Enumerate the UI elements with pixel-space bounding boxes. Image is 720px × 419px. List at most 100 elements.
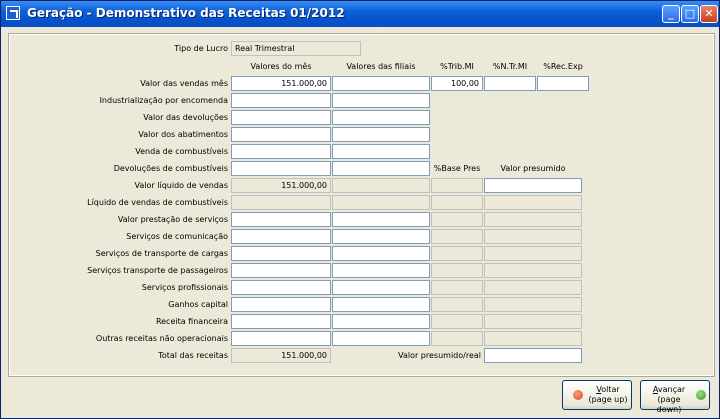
row-label-liquido-combustiveis: Líquido de vendas de combustíveis bbox=[87, 198, 228, 207]
prestacao-servicos-filiais-input[interactable] bbox=[332, 212, 430, 227]
outras-receitas-base-field bbox=[431, 331, 483, 346]
receita-financeira-valor-input[interactable] bbox=[231, 314, 331, 329]
ganhos-capital-filiais-input[interactable] bbox=[332, 297, 430, 312]
maximize-button[interactable]: □ bbox=[681, 5, 699, 23]
row-label-vendas-mes: Valor das vendas mês bbox=[140, 79, 228, 88]
servicos-profissionais-valor-input[interactable] bbox=[231, 280, 331, 295]
row-label-devolucoes: Valor das devoluções bbox=[143, 113, 228, 122]
header-base-pres: %Base Pres bbox=[433, 164, 481, 173]
receitas-panel: Tipo de Lucro Real Trimestral Valores do… bbox=[8, 33, 715, 377]
row-label-servicos-profissionais: Serviços profissionais bbox=[141, 283, 228, 292]
voltar-label: oltar bbox=[601, 385, 620, 394]
devolucoes-filiais-input[interactable] bbox=[332, 110, 430, 125]
servicos-comunicacao-valor-input[interactable] bbox=[231, 229, 331, 244]
trib-mi-input[interactable]: 100,00 bbox=[431, 76, 483, 91]
venda-combustiveis-filiais-input[interactable] bbox=[332, 144, 430, 159]
abatimentos-filiais-input[interactable] bbox=[332, 127, 430, 142]
devolucoes-valor-input[interactable] bbox=[231, 110, 331, 125]
row-label-devolucoes-combustiveis: Devoluções de combustíveis bbox=[113, 164, 228, 173]
servicos-comunicacao-base-field bbox=[431, 229, 483, 244]
ganhos-capital-presumido-field bbox=[484, 297, 582, 312]
arrow-left-icon bbox=[573, 390, 583, 400]
servicos-comunicacao-presumido-field bbox=[484, 229, 582, 244]
arrow-right-icon bbox=[696, 390, 706, 400]
outras-receitas-valor-input[interactable] bbox=[231, 331, 331, 346]
row-label-transporte-passageiros: Serviços transporte de passageiros bbox=[87, 266, 228, 275]
row-label-transporte-cargas: Serviços de transporte de cargas bbox=[95, 249, 228, 258]
transporte-passageiros-base-field bbox=[431, 263, 483, 278]
transporte-cargas-base-field bbox=[431, 246, 483, 261]
receita-financeira-filiais-input[interactable] bbox=[332, 314, 430, 329]
industrializacao-filiais-input[interactable] bbox=[332, 93, 430, 108]
receita-financeira-base-field bbox=[431, 314, 483, 329]
row-label-venda-combustiveis: Venda de combustíveis bbox=[135, 147, 228, 156]
liquido-vendas-presumido-input[interactable] bbox=[484, 178, 582, 193]
avancar-button[interactable]: Avançar (page down) bbox=[640, 380, 710, 414]
total-receitas-field: 151.000,00 bbox=[231, 348, 331, 363]
valor-presumido-real-label: Valor presumido/real bbox=[398, 351, 481, 360]
liquido-vendas-base-field bbox=[431, 178, 483, 193]
row-label-prestacao-servicos: Valor prestação de serviços bbox=[117, 215, 228, 224]
window-title: Geração - Demonstrativo das Receitas 01/… bbox=[27, 6, 345, 20]
n-tr-mi-input[interactable] bbox=[484, 76, 536, 91]
vendas-mes-valor-input[interactable]: 151.000,00 bbox=[231, 76, 331, 91]
servicos-profissionais-presumido-field bbox=[484, 280, 582, 295]
tipo-lucro-field: Real Trimestral bbox=[231, 41, 361, 56]
prestacao-servicos-base-field bbox=[431, 212, 483, 227]
tipo-lucro-label: Tipo de Lucro bbox=[174, 44, 228, 53]
liquido-combustiveis-presumido-field bbox=[484, 195, 582, 210]
transporte-passageiros-valor-input[interactable] bbox=[231, 263, 331, 278]
minimize-button[interactable]: _ bbox=[662, 5, 680, 23]
row-label-outras-receitas: Outras receitas não operacionais bbox=[95, 334, 228, 343]
header-valores-mes: Valores do mês bbox=[250, 62, 312, 71]
row-label-servicos-comunicacao: Serviços de comunicação bbox=[126, 232, 228, 241]
row-label-ganhos-capital: Ganhos capital bbox=[168, 300, 228, 309]
prestacao-servicos-presumido-field bbox=[484, 212, 582, 227]
maximize-icon: □ bbox=[684, 7, 696, 20]
voltar-text: Voltar (page up) bbox=[587, 385, 629, 405]
transporte-passageiros-filiais-input[interactable] bbox=[332, 263, 430, 278]
liquido-vendas-valor-field: 151.000,00 bbox=[231, 178, 331, 193]
abatimentos-valor-input[interactable] bbox=[231, 127, 331, 142]
close-button[interactable]: ✕ bbox=[700, 5, 718, 23]
row-label-abatimentos: Valor dos abatimentos bbox=[138, 130, 228, 139]
outras-receitas-presumido-field bbox=[484, 331, 582, 346]
title-bar[interactable]: Geração - Demonstrativo das Receitas 01/… bbox=[1, 1, 719, 27]
liquido-combustiveis-base-field bbox=[431, 195, 483, 210]
header-rec-exp: %Rec.Exp bbox=[543, 62, 583, 71]
row-label-receita-financeira: Receita financeira bbox=[155, 317, 228, 326]
prestacao-servicos-valor-input[interactable] bbox=[231, 212, 331, 227]
header-valor-presumido: Valor presumido bbox=[500, 164, 566, 173]
industrializacao-valor-input[interactable] bbox=[231, 93, 331, 108]
header-trib-mi: %Trib.MI bbox=[440, 62, 474, 71]
devolucoes-combustiveis-filiais-input[interactable] bbox=[332, 161, 430, 176]
row-label-total-receitas: Total das receitas bbox=[158, 351, 228, 360]
liquido-combustiveis-filiais-field bbox=[332, 195, 430, 210]
avancar-label: vançar bbox=[657, 385, 686, 394]
servicos-profissionais-filiais-input[interactable] bbox=[332, 280, 430, 295]
transporte-cargas-valor-input[interactable] bbox=[231, 246, 331, 261]
devolucoes-combustiveis-valor-input[interactable] bbox=[231, 161, 331, 176]
voltar-button[interactable]: Voltar (page up) bbox=[562, 380, 632, 410]
ganhos-capital-valor-input[interactable] bbox=[231, 297, 331, 312]
liquido-vendas-filiais-field bbox=[332, 178, 430, 193]
main-window: Geração - Demonstrativo das Receitas 01/… bbox=[0, 0, 720, 419]
transporte-cargas-filiais-input[interactable] bbox=[332, 246, 430, 261]
client-area: Tipo de Lucro Real Trimestral Valores do… bbox=[4, 28, 716, 416]
vendas-mes-filiais-input[interactable] bbox=[332, 76, 430, 91]
receita-financeira-presumido-field bbox=[484, 314, 582, 329]
ganhos-capital-base-field bbox=[431, 297, 483, 312]
avancar-text: Avançar (page down) bbox=[644, 385, 694, 415]
valor-presumido-real-input[interactable] bbox=[484, 348, 582, 363]
servicos-profissionais-base-field bbox=[431, 280, 483, 295]
header-valores-filiais: Valores das filiais bbox=[346, 62, 416, 71]
liquido-combustiveis-valor-field bbox=[231, 195, 331, 210]
outras-receitas-filiais-input[interactable] bbox=[332, 331, 430, 346]
transporte-cargas-presumido-field bbox=[484, 246, 582, 261]
venda-combustiveis-valor-input[interactable] bbox=[231, 144, 331, 159]
rec-exp-input[interactable] bbox=[537, 76, 589, 91]
servicos-comunicacao-filiais-input[interactable] bbox=[332, 229, 430, 244]
row-label-industrializacao: Industrialização por encomenda bbox=[99, 96, 228, 105]
avancar-hint: (page down) bbox=[656, 395, 682, 414]
row-label-liquido-vendas: Valor líquido de vendas bbox=[134, 181, 228, 190]
